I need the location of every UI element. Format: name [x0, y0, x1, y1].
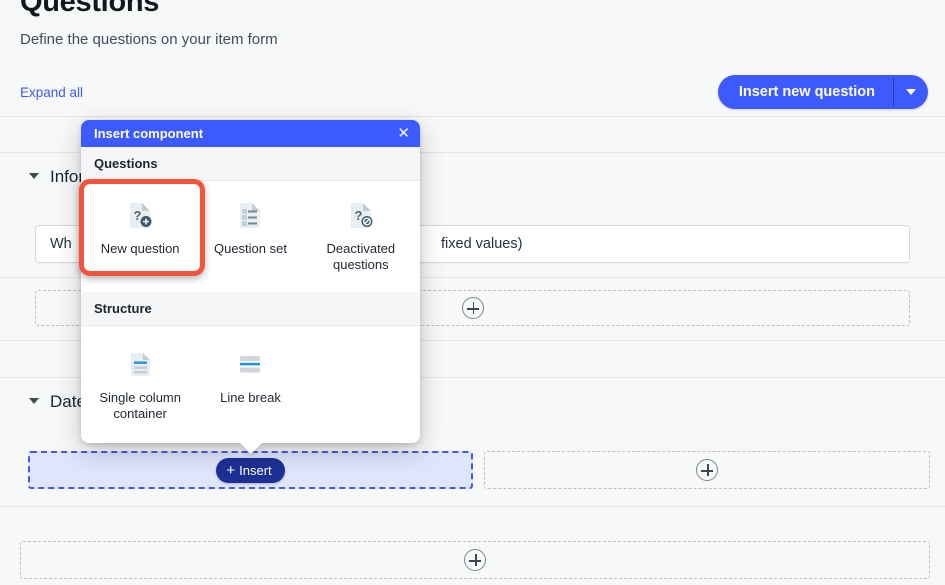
app-root: Questions Define the questions on your i…: [0, 0, 945, 585]
popup-pointer-arrow: [240, 443, 262, 454]
group-header-questions: Questions: [81, 147, 420, 181]
tile-label: Single column container: [99, 389, 181, 421]
tile-new-question[interactable]: ? New question: [85, 189, 195, 280]
svg-text:?: ?: [134, 208, 142, 223]
popup-header: Insert component ✕: [81, 120, 420, 147]
tile-line-break[interactable]: Line break: [195, 338, 305, 429]
svg-text:?: ?: [354, 208, 362, 223]
insert-new-question-button[interactable]: Insert new question: [718, 75, 893, 109]
chevron-down-icon: [29, 172, 39, 179]
single-column-container-icon: [131, 352, 151, 376]
plus-circle-icon: [696, 459, 718, 481]
tile-spacer: [306, 338, 416, 429]
section-header-date[interactable]: Date: [29, 392, 86, 412]
tile-deactivated-questions[interactable]: ? Deactivated questions: [306, 189, 416, 280]
plus-circle-icon: [461, 297, 484, 319]
tile-label: New question: [100, 241, 180, 256]
tile-single-column-container[interactable]: Single column container: [85, 338, 195, 429]
chevron-down-icon: [29, 397, 39, 404]
section-header-label: Infor: [50, 167, 85, 186]
plus-circle-icon: [464, 549, 486, 571]
chevron-down-icon[interactable]: [894, 75, 928, 109]
tile-label: Line break: [220, 389, 281, 405]
line-break-icon: [240, 355, 261, 372]
question-field-value-start: Wh: [50, 236, 72, 252]
tile-label: Deactivated questions: [326, 241, 396, 273]
dropzone-active-insert[interactable]: + Insert: [28, 451, 473, 489]
insert-button[interactable]: + Insert: [216, 457, 285, 483]
question-document-blocked-icon: ?: [350, 203, 373, 228]
close-icon[interactable]: ✕: [397, 126, 410, 141]
dropzone-date-right[interactable]: [484, 451, 930, 489]
question-document-add-icon: ?: [130, 203, 152, 228]
page-subtitle: Define the questions on your item form: [20, 31, 278, 48]
section-header-information[interactable]: Infor: [29, 167, 84, 187]
questions-tile-grid: ? New question Question set ? Deactivate…: [81, 181, 420, 292]
popup-title: Insert component: [94, 126, 204, 141]
question-field-value-end: fixed values): [441, 236, 523, 252]
page-title: Questions: [20, 0, 160, 18]
divider-top: [0, 116, 945, 117]
insert-button-label: Insert: [239, 462, 272, 478]
tile-label: Question set: [213, 241, 287, 256]
insert-new-question-split-button[interactable]: Insert new question: [717, 75, 928, 109]
divider-section-5: [0, 506, 945, 507]
insert-component-popup[interactable]: Insert component ✕ Questions ? New quest…: [81, 120, 420, 454]
tile-question-set[interactable]: Question set: [195, 189, 305, 280]
group-header-structure: Structure: [81, 291, 420, 326]
dropzone-bottom[interactable]: [20, 541, 930, 579]
structure-tile-grid: Single column container Line break: [81, 326, 420, 437]
expand-all-link[interactable]: Expand all: [20, 85, 83, 100]
plus-icon: +: [226, 461, 236, 479]
question-list-document-icon: [240, 203, 261, 228]
